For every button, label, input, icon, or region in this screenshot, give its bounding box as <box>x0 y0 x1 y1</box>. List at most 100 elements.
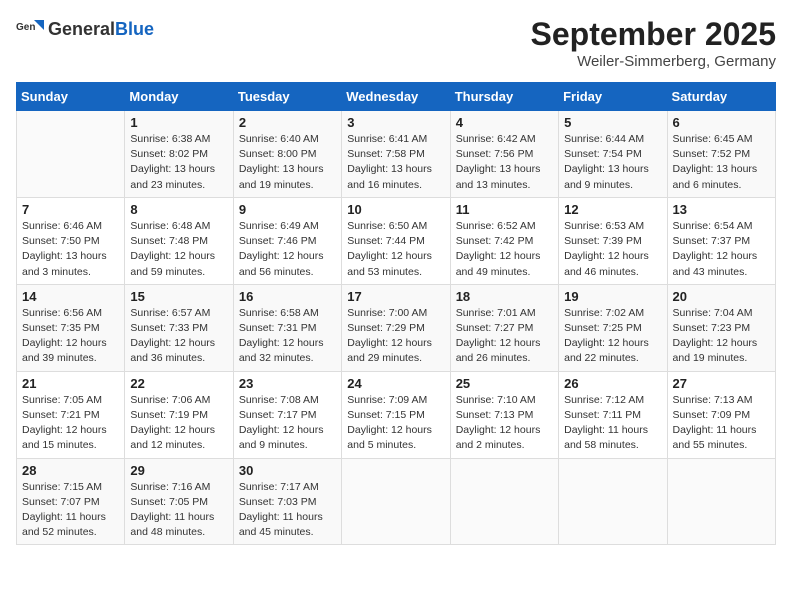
calendar-cell: 29 Sunrise: 7:16 AMSunset: 7:05 PMDayligh… <box>125 458 233 545</box>
calendar-cell: 20 Sunrise: 7:04 AMSunset: 7:23 PMDayligh… <box>667 284 775 371</box>
day-number: 16 <box>239 289 336 304</box>
calendar-cell: 3Sunrise: 6:41 AMSunset: 7:58 PMDaylight… <box>342 111 450 198</box>
day-number: 13 <box>673 202 770 217</box>
day-info: Sunrise: 6:49 AMSunset: 7:46 PMDaylight:… <box>239 219 336 280</box>
calendar-cell <box>17 111 125 198</box>
calendar-cell: 9Sunrise: 6:49 AMSunset: 7:46 PMDaylight… <box>233 197 341 284</box>
day-info: Sunrise: 6:46 AMSunset: 7:50 PMDaylight:… <box>22 219 119 280</box>
day-info: Sunrise: 7:12 AMSunset: 7:11 PMDaylight:… <box>564 393 661 454</box>
calendar-cell: 24Sunrise: 7:09 AMSunset: 7:15 PMDayligh… <box>342 371 450 458</box>
page-header: Gen GeneralBlue September 2025 Weiler-Si… <box>16 16 776 70</box>
weekday-header-thursday: Thursday <box>450 83 558 111</box>
calendar-cell <box>450 458 558 545</box>
day-number: 7 <box>22 202 119 217</box>
weekday-header-saturday: Saturday <box>667 83 775 111</box>
day-number: 23 <box>239 376 336 391</box>
day-number: 4 <box>456 115 553 130</box>
day-info: Sunrise: 6:44 AMSunset: 7:54 PMDaylight:… <box>564 132 661 193</box>
day-info: Sunrise: 7:04 AMSunset: 7:23 PMDaylight:… <box>673 306 770 367</box>
day-number: 17 <box>347 289 444 304</box>
day-info: Sunrise: 6:42 AMSunset: 7:56 PMDaylight:… <box>456 132 553 193</box>
day-info: Sunrise: 6:53 AMSunset: 7:39 PMDaylight:… <box>564 219 661 280</box>
calendar-cell: 21 Sunrise: 7:05 AMSunset: 7:21 PMDayligh… <box>17 371 125 458</box>
weekday-header-monday: Monday <box>125 83 233 111</box>
svg-text:Gen: Gen <box>16 22 35 33</box>
calendar-cell: 12 Sunrise: 6:53 AMSunset: 7:39 PMDayligh… <box>559 197 667 284</box>
day-number: 24 <box>347 376 444 391</box>
day-number: 22 <box>130 376 227 391</box>
calendar-week-row: 7 Sunrise: 6:46 AMSunset: 7:50 PMDaylight… <box>17 197 776 284</box>
day-number: 8 <box>130 202 227 217</box>
day-number: 12 <box>564 202 661 217</box>
day-number: 21 <box>22 376 119 391</box>
day-number: 25 <box>456 376 553 391</box>
calendar-cell: 15 Sunrise: 6:57 AMSunset: 7:33 PMDayligh… <box>125 284 233 371</box>
day-info: Sunrise: 6:56 AMSunset: 7:35 PMDaylight:… <box>22 306 119 367</box>
calendar-cell: 6 Sunrise: 6:45 AMSunset: 7:52 PMDaylight… <box>667 111 775 198</box>
month-title: September 2025 <box>531 16 776 53</box>
day-number: 27 <box>673 376 770 391</box>
calendar-week-row: 28 Sunrise: 7:15 AMSunset: 7:07 PMDayligh… <box>17 458 776 545</box>
day-info: Sunrise: 7:15 AMSunset: 7:07 PMDaylight:… <box>22 480 119 541</box>
day-number: 6 <box>673 115 770 130</box>
day-number: 2 <box>239 115 336 130</box>
day-info: Sunrise: 7:02 AMSunset: 7:25 PMDaylight:… <box>564 306 661 367</box>
calendar-cell: 10Sunrise: 6:50 AMSunset: 7:44 PMDayligh… <box>342 197 450 284</box>
day-info: Sunrise: 7:13 AMSunset: 7:09 PMDaylight:… <box>673 393 770 454</box>
day-info: Sunrise: 7:16 AMSunset: 7:05 PMDaylight:… <box>130 480 227 541</box>
day-info: Sunrise: 7:06 AMSunset: 7:19 PMDaylight:… <box>130 393 227 454</box>
calendar-cell: 4 Sunrise: 6:42 AMSunset: 7:56 PMDaylight… <box>450 111 558 198</box>
calendar-cell: 28 Sunrise: 7:15 AMSunset: 7:07 PMDayligh… <box>17 458 125 545</box>
day-info: Sunrise: 7:05 AMSunset: 7:21 PMDaylight:… <box>22 393 119 454</box>
day-info: Sunrise: 6:41 AMSunset: 7:58 PMDaylight:… <box>347 132 444 193</box>
day-info: Sunrise: 6:50 AMSunset: 7:44 PMDaylight:… <box>347 219 444 280</box>
calendar-cell: 23 Sunrise: 7:08 AMSunset: 7:17 PMDayligh… <box>233 371 341 458</box>
calendar-cell: 25 Sunrise: 7:10 AMSunset: 7:13 PMDayligh… <box>450 371 558 458</box>
day-info: Sunrise: 6:57 AMSunset: 7:33 PMDaylight:… <box>130 306 227 367</box>
day-info: Sunrise: 6:54 AMSunset: 7:37 PMDaylight:… <box>673 219 770 280</box>
calendar-cell: 1 Sunrise: 6:38 AMSunset: 8:02 PMDaylight… <box>125 111 233 198</box>
logo-text-general: General <box>48 20 115 40</box>
calendar-cell: 14 Sunrise: 6:56 AMSunset: 7:35 PMDayligh… <box>17 284 125 371</box>
day-info: Sunrise: 7:01 AMSunset: 7:27 PMDaylight:… <box>456 306 553 367</box>
weekday-header-wednesday: Wednesday <box>342 83 450 111</box>
day-number: 29 <box>130 463 227 478</box>
logo: Gen GeneralBlue <box>16 16 154 44</box>
title-area: September 2025 Weiler-Simmerberg, German… <box>531 16 776 70</box>
day-number: 15 <box>130 289 227 304</box>
day-number: 1 <box>130 115 227 130</box>
day-info: Sunrise: 6:40 AMSunset: 8:00 PMDaylight:… <box>239 132 336 193</box>
calendar-cell: 18 Sunrise: 7:01 AMSunset: 7:27 PMDayligh… <box>450 284 558 371</box>
day-info: Sunrise: 7:10 AMSunset: 7:13 PMDaylight:… <box>456 393 553 454</box>
day-info: Sunrise: 7:08 AMSunset: 7:17 PMDaylight:… <box>239 393 336 454</box>
day-info: Sunrise: 6:38 AMSunset: 8:02 PMDaylight:… <box>130 132 227 193</box>
logo-icon: Gen <box>16 16 44 44</box>
day-info: Sunrise: 6:48 AMSunset: 7:48 PMDaylight:… <box>130 219 227 280</box>
calendar-cell: 13 Sunrise: 6:54 AMSunset: 7:37 PMDayligh… <box>667 197 775 284</box>
calendar-cell: 27 Sunrise: 7:13 AMSunset: 7:09 PMDayligh… <box>667 371 775 458</box>
day-number: 30 <box>239 463 336 478</box>
day-number: 18 <box>456 289 553 304</box>
calendar-cell: 17Sunrise: 7:00 AMSunset: 7:29 PMDayligh… <box>342 284 450 371</box>
weekday-header-row: SundayMondayTuesdayWednesdayThursdayFrid… <box>17 83 776 111</box>
calendar-cell <box>559 458 667 545</box>
logo-text-blue: Blue <box>115 20 154 40</box>
calendar-cell: 16Sunrise: 6:58 AMSunset: 7:31 PMDayligh… <box>233 284 341 371</box>
calendar-cell: 11Sunrise: 6:52 AMSunset: 7:42 PMDayligh… <box>450 197 558 284</box>
calendar-cell <box>342 458 450 545</box>
calendar-cell: 8 Sunrise: 6:48 AMSunset: 7:48 PMDaylight… <box>125 197 233 284</box>
day-number: 19 <box>564 289 661 304</box>
calendar-cell: 19 Sunrise: 7:02 AMSunset: 7:25 PMDayligh… <box>559 284 667 371</box>
day-number: 28 <box>22 463 119 478</box>
calendar-cell: 7 Sunrise: 6:46 AMSunset: 7:50 PMDaylight… <box>17 197 125 284</box>
weekday-header-friday: Friday <box>559 83 667 111</box>
calendar-cell: 5 Sunrise: 6:44 AMSunset: 7:54 PMDaylight… <box>559 111 667 198</box>
day-info: Sunrise: 6:45 AMSunset: 7:52 PMDaylight:… <box>673 132 770 193</box>
calendar-cell <box>667 458 775 545</box>
day-number: 14 <box>22 289 119 304</box>
day-info: Sunrise: 7:17 AMSunset: 7:03 PMDaylight:… <box>239 480 336 541</box>
calendar-cell: 30 Sunrise: 7:17 AMSunset: 7:03 PMDayligh… <box>233 458 341 545</box>
day-number: 5 <box>564 115 661 130</box>
day-number: 20 <box>673 289 770 304</box>
day-number: 11 <box>456 202 553 217</box>
